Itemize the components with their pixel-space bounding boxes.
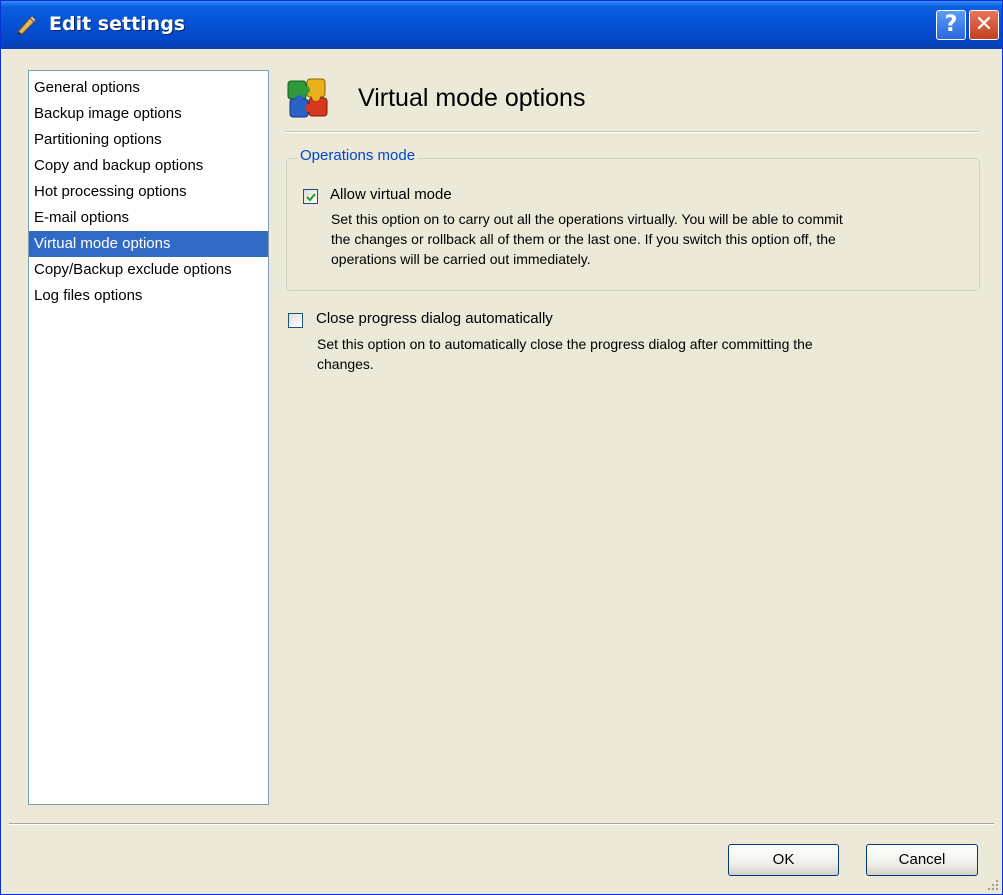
sidebar-item-copy-and-backup-options[interactable]: Copy and backup options (29, 153, 268, 179)
puzzle-pieces-icon (287, 78, 328, 118)
allow-virtual-mode-label[interactable]: Allow virtual mode (330, 186, 452, 203)
close-button[interactable]: ✕ (969, 10, 999, 40)
close-progress-dialog-checkbox[interactable] (288, 313, 303, 328)
operations-mode-group-title: Operations mode (297, 147, 419, 164)
page-title: Virtual mode options (358, 84, 586, 112)
header-divider (285, 131, 979, 133)
close-progress-dialog-label[interactable]: Close progress dialog automatically (316, 310, 553, 327)
cancel-button[interactable]: Cancel (866, 844, 978, 876)
settings-pencil-icon (17, 15, 37, 35)
description-line: changes. (317, 356, 374, 372)
description-line: Set this option on to carry out all the … (331, 211, 843, 227)
sidebar-item-backup-image-options[interactable]: Backup image options (29, 101, 268, 127)
sidebar-item-log-files-options[interactable]: Log files options (29, 283, 268, 309)
sidebar-item-email-options[interactable]: E-mail options (29, 205, 268, 231)
sidebar-item-hot-processing-options[interactable]: Hot processing options (29, 179, 268, 205)
description-line: the changes or rollback all of them or t… (331, 231, 836, 247)
sidebar-item-general-options[interactable]: General options (29, 75, 268, 101)
allow-virtual-mode-description: Set this option on to carry out all the … (331, 209, 843, 269)
window-title: Edit settings (49, 13, 186, 35)
sidebar-item-virtual-mode-options[interactable]: Virtual mode options (29, 231, 268, 257)
resize-grip-icon[interactable] (987, 879, 999, 891)
options-category-list[interactable]: General options Backup image options Par… (28, 70, 269, 805)
help-button[interactable]: ? (936, 10, 966, 40)
description-line: operations will be carried out immediate… (331, 251, 591, 267)
edit-settings-dialog: Edit settings ? ✕ General options Backup… (0, 0, 1003, 895)
close-progress-dialog-description: Set this option on to automatically clos… (317, 334, 813, 374)
description-line: Set this option on to automatically clos… (317, 336, 813, 352)
sidebar-item-copy-backup-exclude-options[interactable]: Copy/Backup exclude options (29, 257, 268, 283)
title-bar[interactable]: Edit settings ? ✕ (1, 1, 1002, 49)
allow-virtual-mode-checkbox[interactable] (303, 189, 318, 204)
sidebar-item-partitioning-options[interactable]: Partitioning options (29, 127, 268, 153)
footer-divider (9, 823, 994, 825)
ok-button[interactable]: OK (728, 844, 839, 876)
checkmark-icon (306, 193, 316, 202)
